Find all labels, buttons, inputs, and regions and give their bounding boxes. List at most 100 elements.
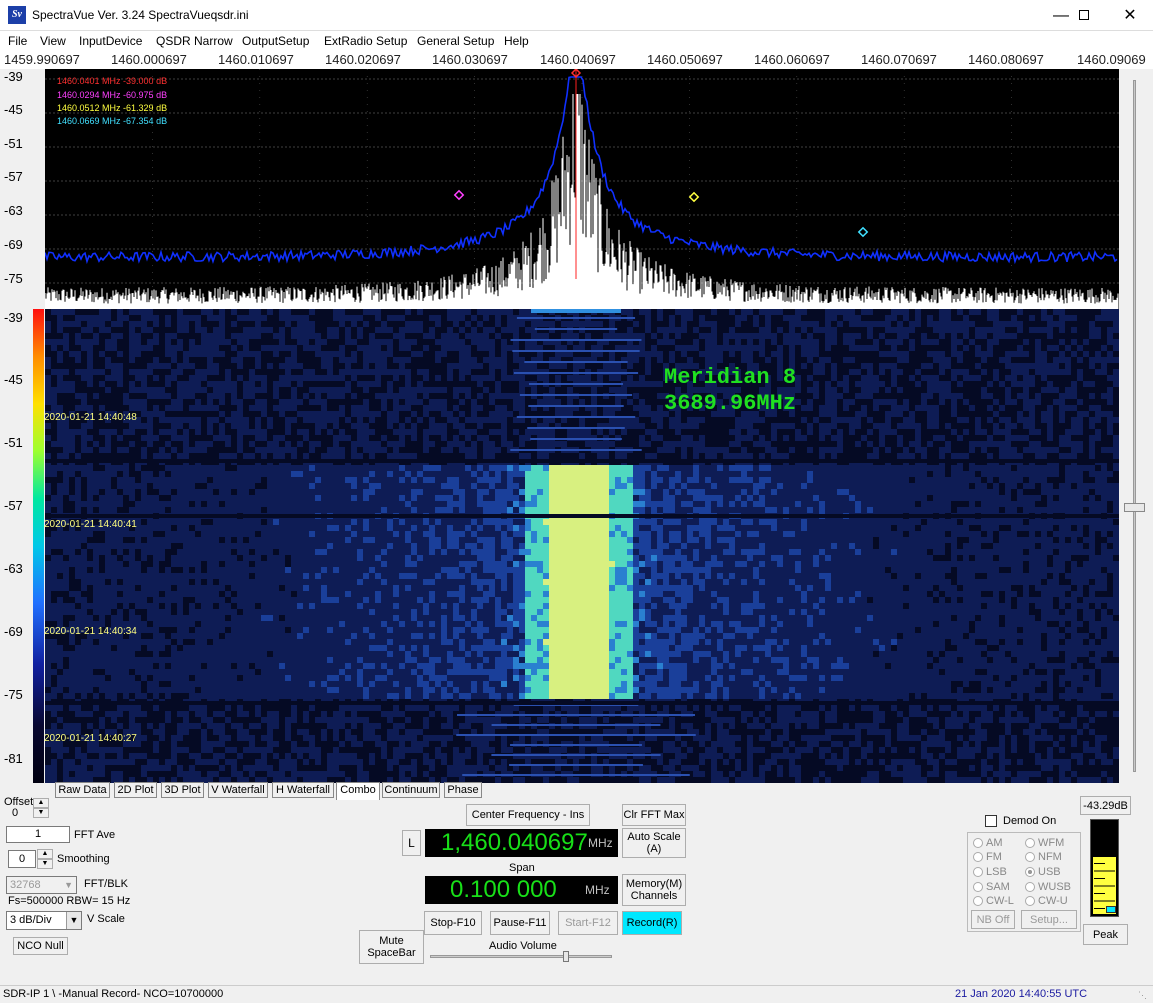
- menu-qsdr-narrow[interactable]: QSDR Narrow: [156, 34, 233, 48]
- menu-extradio-setup[interactable]: ExtRadio Setup: [324, 34, 407, 48]
- annotation-line-2: 3689.96MHz: [664, 391, 797, 416]
- mode-cwu-radio[interactable]: CW-U: [1025, 895, 1068, 907]
- spectrum-plot[interactable]: 1460.0401 MHz -39.000 dB 1460.0294 MHz -…: [45, 69, 1119, 309]
- resize-grip-icon[interactable]: ⋱: [1138, 990, 1147, 1001]
- record-button[interactable]: Record(R): [622, 911, 682, 935]
- menu-help[interactable]: Help: [504, 34, 529, 48]
- marker-readout-1: 1460.0401 MHz -39.000 dB: [57, 76, 168, 86]
- freq-tick: 1460.000697: [111, 52, 187, 67]
- mode-fm-label: FM: [986, 851, 1002, 863]
- chevron-down-icon: ▼: [64, 880, 73, 890]
- fft-blk-select[interactable]: 32768 ▼: [6, 876, 77, 894]
- mode-am-label: AM: [986, 837, 1003, 849]
- waterfall-timestamp: 2020-01-21 14:40:48: [44, 412, 137, 423]
- meter-peak-indicator: [1106, 906, 1116, 913]
- mode-lsb-label: LSB: [986, 866, 1007, 878]
- center-frequency-button[interactable]: Center Frequency - Ins: [466, 804, 590, 826]
- span-display[interactable]: 0.100 000 MHz: [425, 876, 618, 904]
- close-button[interactable]: ✕: [1107, 0, 1153, 31]
- waterfall-timestamp: 2020-01-21 14:40:41: [44, 519, 137, 530]
- spectrum-y-label: -51: [4, 136, 23, 151]
- mute-button[interactable]: Mute SpaceBar: [359, 930, 424, 964]
- mode-usb-label: USB: [1038, 866, 1061, 878]
- span-unit: MHz: [585, 883, 610, 897]
- offset-label: Offset: [4, 796, 34, 808]
- peak-button[interactable]: Peak: [1083, 924, 1128, 945]
- waterfall-y-label: -39: [4, 310, 23, 325]
- nb-off-button[interactable]: NB Off: [971, 910, 1015, 929]
- menu-output-setup[interactable]: OutputSetup: [242, 34, 309, 48]
- freq-tick: 1460.09069: [1077, 52, 1146, 67]
- mode-wfm-radio[interactable]: WFM: [1025, 837, 1064, 849]
- vscale-select[interactable]: 3 dB/Div ▼: [6, 911, 82, 930]
- mode-sam-radio[interactable]: SAM: [973, 881, 1010, 893]
- auto-scale-button[interactable]: Auto Scale (A): [622, 828, 686, 858]
- tab-h-waterfall[interactable]: H Waterfall: [272, 782, 334, 798]
- freq-tick: 1460.040697: [540, 52, 616, 67]
- tab-combo[interactable]: Combo: [336, 782, 380, 800]
- waterfall-display[interactable]: Meridian 8 3689.96MHz: [45, 309, 1119, 783]
- tab-continuum[interactable]: Continuum: [382, 782, 440, 798]
- tab-raw-data[interactable]: Raw Data: [55, 782, 110, 798]
- freq-tick: 1460.070697: [861, 52, 937, 67]
- mode-wusb-radio[interactable]: WUSB: [1025, 881, 1071, 893]
- scale-slider-track[interactable]: [1133, 80, 1136, 772]
- fft-ave-input[interactable]: 1: [6, 826, 70, 843]
- menu-input-device[interactable]: InputDevice: [79, 34, 142, 48]
- mode-nfm-radio[interactable]: NFM: [1025, 851, 1062, 863]
- radio-icon: [1025, 882, 1035, 893]
- tab-v-waterfall[interactable]: V Waterfall: [208, 782, 268, 798]
- center-frequency-display[interactable]: 1,460.040697 MHz: [425, 829, 618, 857]
- frequency-axis: 1459.990697 1460.000697 1460.010697 1460…: [0, 51, 1153, 69]
- spectrum-y-label: -45: [4, 102, 23, 117]
- scale-slider-thumb[interactable]: [1124, 503, 1145, 512]
- offset-down-button[interactable]: ▼: [33, 808, 49, 818]
- radio-icon: [973, 867, 983, 878]
- menu-file[interactable]: File: [8, 34, 27, 48]
- waterfall-y-label: -69: [4, 624, 23, 639]
- maximize-icon: [1079, 10, 1089, 20]
- pause-button[interactable]: Pause-F11: [490, 911, 550, 935]
- memory-channels-button[interactable]: Memory(M) Channels: [622, 874, 686, 906]
- tab-3d-plot[interactable]: 3D Plot: [161, 782, 204, 798]
- waterfall-timestamp: 2020-01-21 14:40:27: [44, 733, 137, 744]
- smoothing-input[interactable]: 0: [8, 850, 36, 868]
- clear-fft-max-button[interactable]: Clr FFT Max: [622, 804, 686, 826]
- menu-view[interactable]: View: [40, 34, 66, 48]
- mode-cwl-radio[interactable]: CW-L: [973, 895, 1014, 907]
- start-button[interactable]: Start-F12: [558, 911, 618, 935]
- signal-meter-ticks: [1094, 825, 1115, 909]
- demod-setup-button[interactable]: Setup...: [1021, 910, 1077, 929]
- mode-fm-radio[interactable]: FM: [973, 851, 1002, 863]
- maximize-button[interactable]: [1061, 0, 1107, 31]
- status-left: SDR-IP 1 \ -Manual Record- NCO=10700000: [3, 988, 224, 1000]
- mode-usb-radio[interactable]: USB: [1025, 866, 1061, 878]
- demod-on-checkbox[interactable]: [985, 815, 997, 827]
- tab-phase[interactable]: Phase: [444, 782, 482, 798]
- waterfall-y-label: -75: [4, 687, 23, 702]
- radio-icon: [1025, 838, 1035, 849]
- signal-level-readout: -43.29dB: [1080, 796, 1131, 815]
- waterfall-y-label: -45: [4, 372, 23, 387]
- status-bar: SDR-IP 1 \ -Manual Record- NCO=10700000 …: [0, 985, 1153, 1003]
- radio-icon: [973, 896, 983, 907]
- mode-lsb-radio[interactable]: LSB: [973, 866, 1007, 878]
- stop-button[interactable]: Stop-F10: [424, 911, 482, 935]
- audio-volume-thumb[interactable]: [563, 951, 569, 962]
- marker-readout-2: 1460.0294 MHz -60.975 dB: [57, 90, 168, 100]
- span-value: 0.100 000: [450, 876, 557, 903]
- nco-null-button[interactable]: NCO Null: [13, 937, 68, 955]
- radio-icon: [973, 852, 983, 863]
- tab-2d-plot[interactable]: 2D Plot: [114, 782, 157, 798]
- radio-icon: [973, 882, 983, 893]
- mode-cwu-label: CW-U: [1038, 895, 1068, 907]
- mode-am-radio[interactable]: AM: [973, 837, 1003, 849]
- menu-general-setup[interactable]: General Setup: [417, 34, 494, 48]
- waterfall-y-label: -57: [4, 498, 23, 513]
- lock-button[interactable]: L: [402, 830, 421, 856]
- smoothing-down-button[interactable]: ▼: [37, 859, 53, 869]
- audio-volume-track[interactable]: [430, 955, 612, 958]
- radio-icon: [1025, 852, 1035, 863]
- app-icon: Sv: [8, 6, 26, 24]
- mode-cwl-label: CW-L: [986, 895, 1014, 907]
